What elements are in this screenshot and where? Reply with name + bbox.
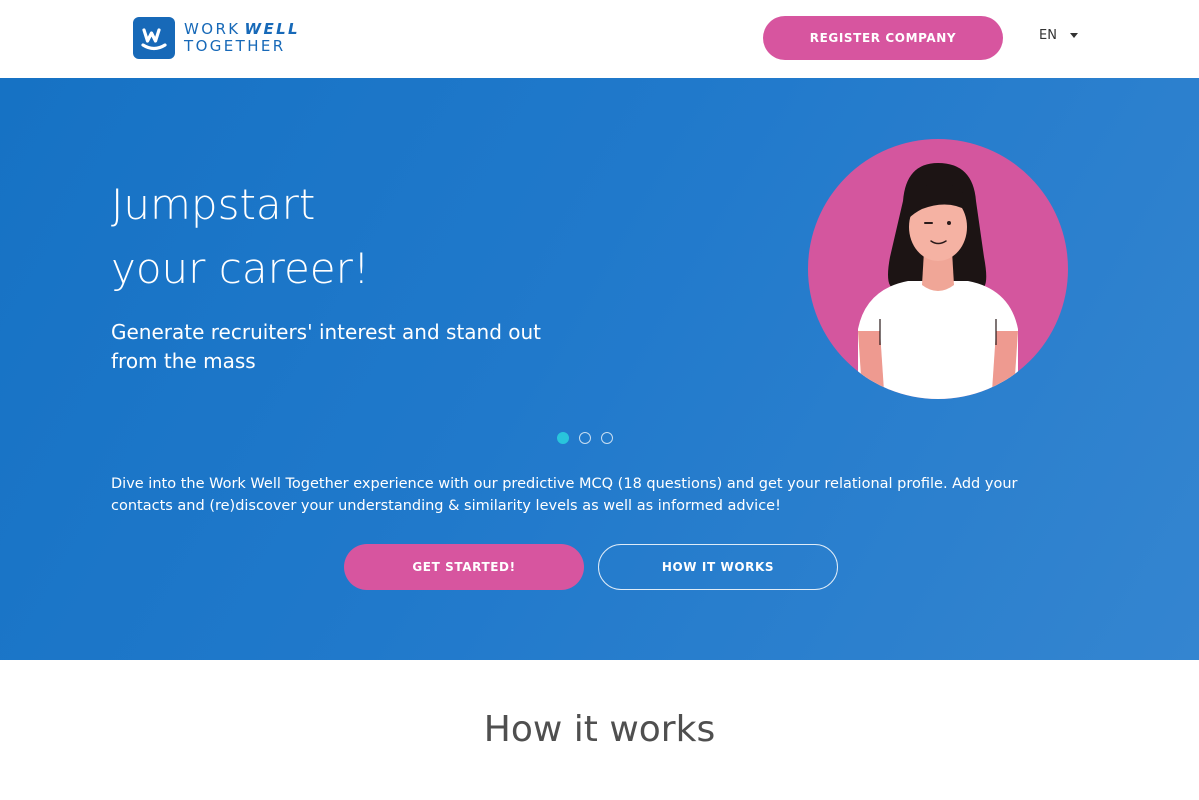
site-header: WORK WELL TOGETHER REGISTER COMPANY EN [0,0,1199,78]
carousel-dot-3[interactable] [601,432,613,444]
hero-title-line1: Jumpstart [111,180,316,229]
language-selector[interactable]: EN [1039,26,1078,44]
hero-title: Jumpstart your career! [111,173,370,301]
get-started-button[interactable]: GET STARTED! [344,544,584,590]
language-selected: EN [1039,27,1057,43]
caret-down-icon [1069,32,1078,38]
brand-word-together: TOGETHER [184,37,286,55]
hero-subtitle: Generate recruiters' interest and stand … [111,320,542,373]
carousel-dot-2[interactable] [579,432,591,444]
brand-word-well: WELL [244,20,301,38]
carousel-indicators [557,432,613,444]
carousel-dot-1[interactable] [557,432,569,444]
register-company-button[interactable]: REGISTER COMPANY [763,16,1003,60]
how-it-works-heading: How it works [483,709,716,750]
woman-avatar-illustration [808,139,1068,399]
hero-description: Dive into the Work Well Together experie… [111,476,1018,514]
hero-title-line2: your career! [111,244,370,293]
hero-section: Jumpstart your career! Generate recruite… [0,78,1199,660]
how-it-works-button[interactable]: HOW IT WORKS [598,544,838,590]
brand-wordmark: WORK WELL TOGETHER [184,21,300,55]
ww-logo-icon [133,17,175,59]
brand-logo[interactable]: WORK WELL TOGETHER [133,17,313,61]
brand-word-work: WORK [184,20,241,38]
